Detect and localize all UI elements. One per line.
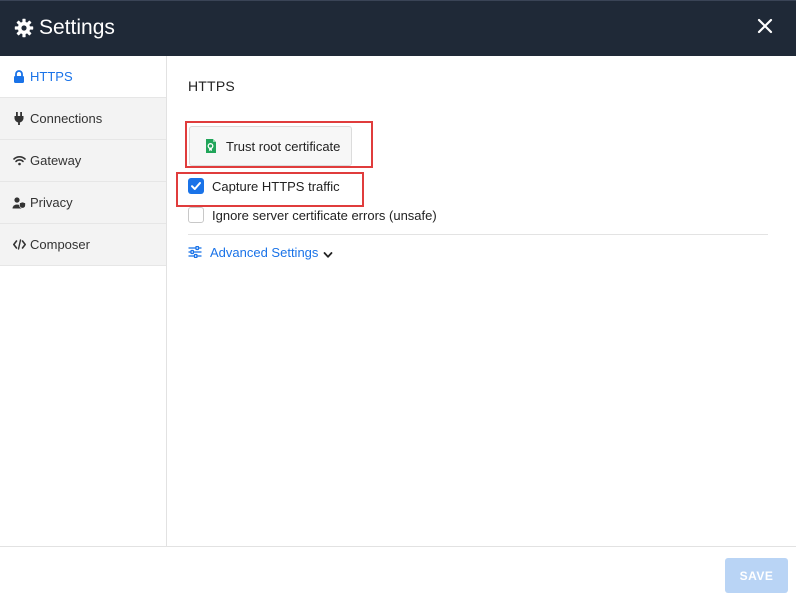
advanced-settings-label: Advanced Settings [210, 245, 319, 260]
section-title: HTTPS [188, 78, 235, 94]
sidebar-item-gateway[interactable]: Gateway [0, 140, 166, 182]
close-button[interactable] [752, 15, 778, 41]
trust-root-certificate-button[interactable]: Trust root certificate [189, 126, 352, 166]
https-settings-panel: HTTPS Trust root certificate Capture HTT… [168, 56, 796, 546]
divider [188, 234, 768, 235]
capture-https-option[interactable]: Capture HTTPS traffic [188, 178, 340, 194]
sidebar-item-privacy[interactable]: Privacy [0, 182, 166, 224]
advanced-settings-toggle[interactable]: Advanced Settings [188, 245, 333, 260]
title-wrap: Settings [14, 15, 115, 41]
ignore-cert-errors-option[interactable]: Ignore server certificate errors (unsafe… [188, 207, 437, 223]
dialog-title: Settings [39, 16, 115, 39]
sidebar-item-label: HTTPS [30, 69, 73, 84]
capture-https-label: Capture HTTPS traffic [212, 178, 340, 194]
lock-icon [12, 70, 26, 84]
wifi-icon [12, 154, 26, 168]
sidebar-item-https[interactable]: HTTPS [0, 56, 166, 98]
capture-https-checkbox[interactable] [188, 178, 204, 194]
sidebar-item-connections[interactable]: Connections [0, 98, 166, 140]
user-shield-icon [12, 196, 26, 210]
trust-root-certificate-label: Trust root certificate [226, 138, 341, 154]
code-icon [12, 238, 26, 252]
dialog-footer: SAVE [0, 546, 796, 602]
sidebar-item-label: Composer [30, 237, 90, 252]
gear-icon [14, 18, 34, 38]
ignore-cert-errors-checkbox[interactable] [188, 207, 204, 223]
ignore-cert-errors-label: Ignore server certificate errors (unsafe… [212, 207, 437, 223]
title-bar: Settings [0, 0, 796, 56]
sliders-icon [188, 245, 202, 260]
sidebar: HTTPS Connections Gateway Privacy Compos… [0, 56, 167, 546]
sidebar-item-label: Gateway [30, 153, 82, 168]
sidebar-item-label: Privacy [30, 195, 73, 210]
plug-icon [12, 112, 26, 126]
chevron-down-icon [323, 248, 333, 258]
sidebar-item-label: Connections [30, 111, 103, 126]
sidebar-item-composer[interactable]: Composer [0, 224, 166, 266]
certificate-icon [203, 138, 219, 154]
save-button[interactable]: SAVE [725, 558, 788, 593]
close-icon [757, 18, 773, 39]
